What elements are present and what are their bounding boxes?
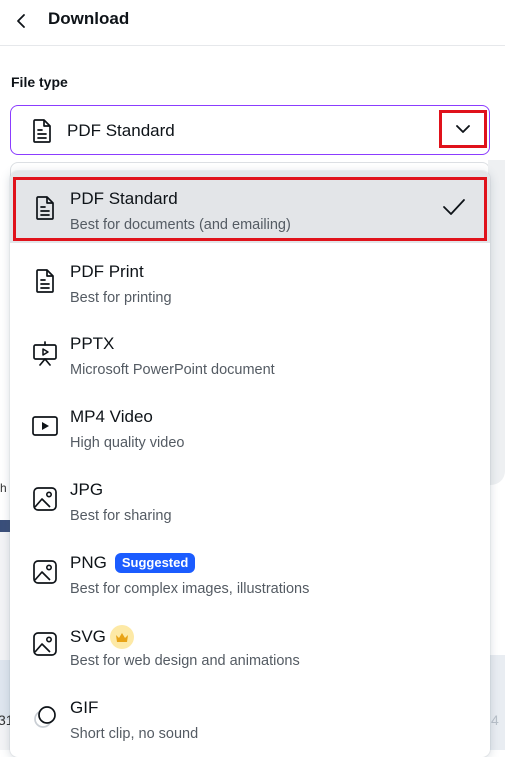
option-svg[interactable]: SVG Best for web design and animations: [10, 607, 490, 679]
option-description: Short clip, no sound: [70, 726, 199, 742]
option-pdf-standard[interactable]: PDF Standard Best for documents (and ema…: [10, 171, 490, 243]
image-icon: [33, 632, 57, 656]
option-name: GIF: [70, 698, 99, 717]
file-type-select[interactable]: PDF Standard: [10, 105, 490, 155]
checkmark-icon: [443, 199, 465, 215]
option-name: PDF Standard: [70, 189, 178, 208]
option-description: Best for printing: [70, 290, 172, 306]
selected-file-type: PDF Standard: [67, 121, 175, 140]
document-icon: [36, 196, 54, 220]
background-thumbnail-right: [490, 655, 505, 750]
background-partial-text: h: [0, 481, 7, 495]
option-pptx[interactable]: PPTX Microsoft PowerPoint document: [10, 316, 490, 388]
option-description: Best for documents (and emailing): [70, 217, 291, 233]
option-name-text: SVG: [70, 627, 106, 646]
option-description: Best for sharing: [70, 508, 172, 524]
suggested-badge: Suggested: [114, 553, 196, 573]
video-icon: [32, 416, 58, 436]
option-gif[interactable]: GIF Short clip, no sound: [10, 680, 490, 752]
option-description: Best for web design and animations: [70, 653, 300, 669]
file-type-menu: PDF Standard Best for documents (and ema…: [10, 171, 490, 757]
option-name: MP4 Video: [70, 407, 153, 426]
option-description: High quality video: [70, 435, 185, 451]
image-icon: [33, 487, 57, 511]
back-button[interactable]: [8, 8, 34, 34]
option-jpg[interactable]: JPG Best for sharing: [10, 462, 490, 534]
option-description: Microsoft PowerPoint document: [70, 362, 275, 378]
option-name: SVG: [70, 625, 134, 649]
file-type-label: File type: [11, 74, 68, 90]
option-name-text: PNG: [70, 553, 107, 572]
chevron-down-icon: [456, 125, 470, 133]
option-description: Best for complex images, illustrations: [70, 581, 310, 597]
option-name: PDF Print: [70, 262, 144, 281]
document-icon: [36, 269, 54, 293]
option-name: PPTX: [70, 334, 115, 353]
gif-icon: [34, 706, 56, 728]
background-panel-edge: [488, 160, 505, 485]
option-name: JPG: [70, 480, 104, 499]
dropdown-toggle[interactable]: [439, 110, 487, 148]
chevron-left-icon: [17, 14, 25, 28]
option-mp4-video[interactable]: MP4 Video High quality video: [10, 389, 490, 461]
background-partial-number-right: 4: [491, 712, 499, 728]
crown-icon: [109, 625, 134, 649]
panel-header: Download: [0, 0, 505, 46]
option-png[interactable]: PNG Suggested Best for complex images, i…: [10, 535, 490, 607]
option-pdf-print[interactable]: PDF Print Best for printing: [10, 244, 490, 316]
presentation-icon: [33, 341, 57, 366]
image-icon: [33, 560, 57, 584]
page-title: Download: [48, 9, 130, 28]
document-icon: [33, 119, 51, 143]
option-name: PNG Suggested: [70, 553, 196, 573]
